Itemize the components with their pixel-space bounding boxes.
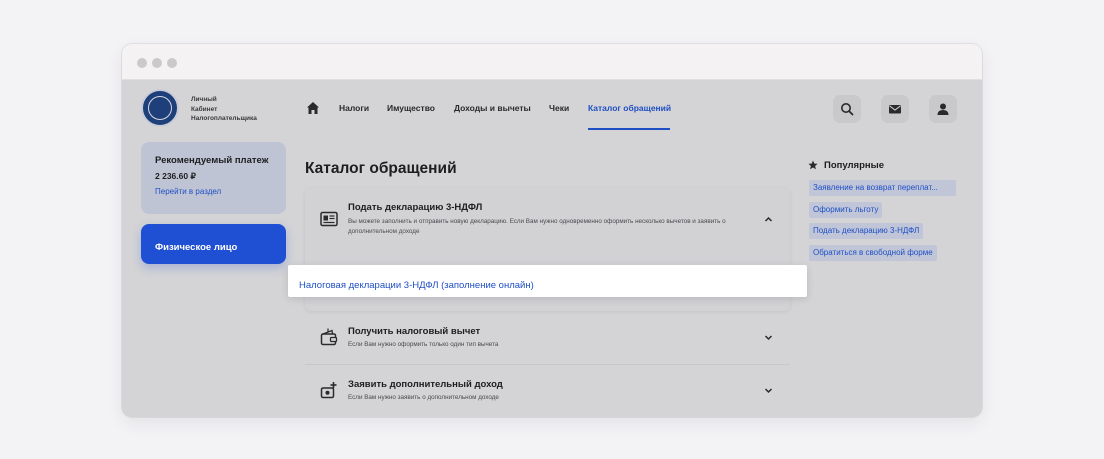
search-button[interactable] [833, 95, 861, 123]
logo-line-3: Налогоплательщика [191, 115, 257, 122]
popular-link[interactable]: Обратиться в свободной форме [809, 245, 937, 261]
profile-button[interactable] [929, 95, 957, 123]
nav-item-receipts[interactable]: Чеки [549, 103, 569, 113]
chevron-down-icon[interactable] [764, 333, 773, 342]
window-close-dot[interactable] [137, 58, 147, 68]
catalog-item-title[interactable]: Получить налоговый вычет [348, 326, 480, 337]
individual-person-button[interactable]: Физическое лицо [141, 224, 286, 264]
chevron-up-icon[interactable] [764, 215, 773, 224]
messages-button[interactable] [881, 95, 909, 123]
popular-title: Популярные [824, 160, 885, 171]
popular-link[interactable]: Подать декларацию 3-НДФЛ [809, 223, 924, 239]
user-icon [937, 103, 949, 115]
nav-active-underline [588, 128, 670, 130]
individual-person-label: Физическое лицо [155, 242, 238, 253]
nav-item-property[interactable]: Имущество [387, 103, 435, 113]
chevron-down-icon[interactable] [764, 386, 773, 395]
income-icon [320, 382, 337, 399]
star-icon [808, 160, 818, 170]
list-divider [305, 364, 790, 365]
declaration-online-option-label: Налоговая декларации 3-НДФЛ (заполнение … [299, 280, 534, 291]
logo-text: Личный Кабинет Налогоплательщика [191, 95, 281, 124]
catalog-item-title[interactable]: Подать декларацию 3-НДФЛ [348, 202, 482, 213]
page-content: Личный Кабинет Налогоплательщика Налоги … [122, 80, 982, 417]
declaration-online-option[interactable]: Налоговая декларации 3-НДФЛ (заполнение … [288, 265, 807, 297]
window-titlebar [122, 44, 982, 80]
catalog-item-title[interactable]: Заявить дополнительный доход [348, 379, 503, 390]
mail-icon [889, 105, 901, 114]
payment-title: Рекомендуемый платеж [155, 155, 269, 166]
logo-line-1: Личный [191, 96, 217, 103]
wallet-icon [320, 328, 338, 346]
page-title: Каталог обращений [305, 160, 457, 177]
nav-item-request-catalog[interactable]: Каталог обращений [588, 103, 671, 113]
window-maximize-dot[interactable] [167, 58, 177, 68]
declaration-icon [320, 211, 338, 227]
window-minimize-dot[interactable] [152, 58, 162, 68]
browser-window: Личный Кабинет Налогоплательщика Налоги … [122, 44, 982, 417]
go-to-section-link[interactable]: Перейти в раздел [155, 187, 272, 196]
nav-item-income-deductions[interactable]: Доходы и вычеты [454, 103, 531, 113]
fns-emblem-logo[interactable] [141, 89, 179, 127]
catalog-item-desc: Если Вам нужно оформить только один тип … [348, 341, 499, 348]
home-icon[interactable] [306, 101, 320, 115]
search-icon [841, 103, 854, 116]
payment-amount: 2 236.60 ₽ [155, 171, 196, 181]
popular-link[interactable]: Заявление на возврат переплат... [809, 180, 956, 196]
nav-item-taxes[interactable]: Налоги [339, 103, 369, 113]
popular-link[interactable]: Оформить льготу [809, 202, 883, 218]
recommended-payment-card: Рекомендуемый платеж 2 236.60 ₽ Перейти … [141, 142, 286, 214]
catalog-item-desc: Если Вам нужно заявить о дополнительном … [348, 394, 499, 401]
logo-line-2: Кабинет [191, 105, 218, 113]
catalog-item-desc: Вы можете заполнить и отправить новую де… [348, 218, 726, 235]
